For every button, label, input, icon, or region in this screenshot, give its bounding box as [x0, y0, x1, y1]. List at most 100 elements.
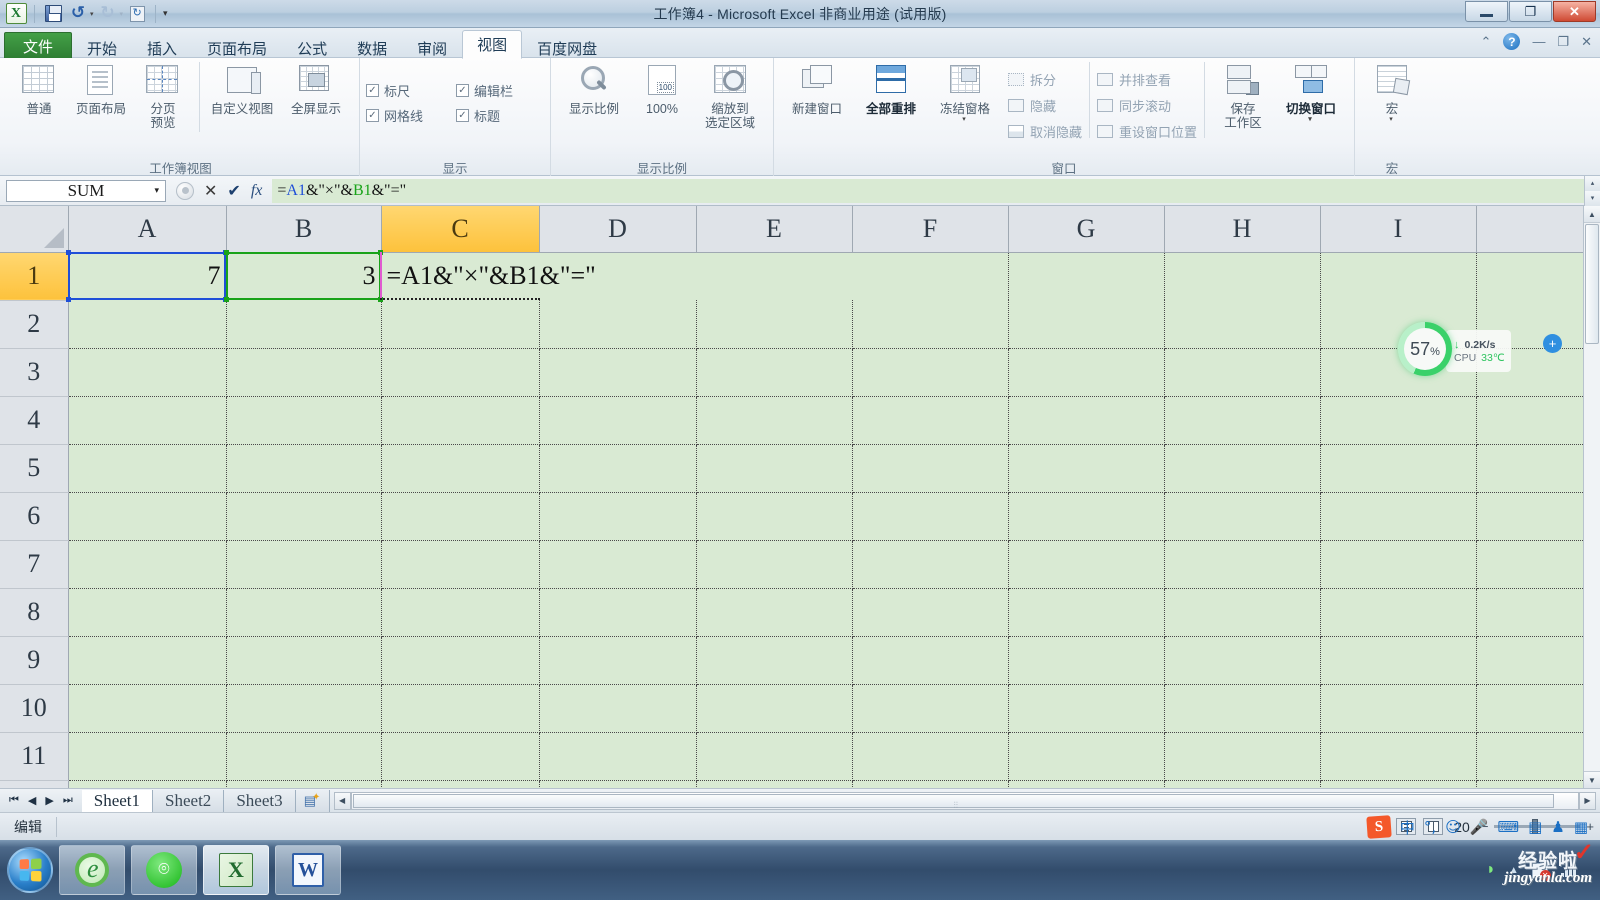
- column-header-j-partial[interactable]: [1476, 206, 1596, 252]
- row-header-6[interactable]: 6: [0, 492, 68, 540]
- cell-a2[interactable]: [68, 300, 226, 348]
- scroll-down-icon[interactable]: ▼: [1584, 771, 1600, 788]
- cell-e10[interactable]: [696, 684, 852, 732]
- cell-a10[interactable]: [68, 684, 226, 732]
- cell-b4[interactable]: [226, 396, 381, 444]
- cell-f6[interactable]: [852, 492, 1008, 540]
- cell-c5[interactable]: [381, 444, 539, 492]
- h-scroll-right-icon[interactable]: ▶: [1579, 792, 1596, 810]
- last-sheet-icon[interactable]: ⏭: [63, 794, 73, 807]
- close-button[interactable]: ✕: [1553, 1, 1596, 22]
- button-reset-window-position[interactable]: 重设窗口位置: [1097, 118, 1197, 144]
- cell-b8[interactable]: [226, 588, 381, 636]
- row-header-9[interactable]: 9: [0, 636, 68, 684]
- cell-c2[interactable]: [381, 300, 539, 348]
- cell-a12[interactable]: [68, 780, 226, 788]
- cell-e4[interactable]: [696, 396, 852, 444]
- formula-bar-expand[interactable]: ▴ ▾: [1584, 176, 1600, 206]
- show-hidden-icons-icon[interactable]: ▲: [1509, 865, 1519, 876]
- cell-h10[interactable]: [1164, 684, 1320, 732]
- workbook-minimize-icon[interactable]: —: [1532, 34, 1545, 49]
- cell-b11[interactable]: [226, 732, 381, 780]
- switch-windows-dropdown-icon[interactable]: ▾: [1308, 116, 1312, 124]
- tab-data[interactable]: 数据: [342, 34, 402, 61]
- cell-h11[interactable]: [1164, 732, 1320, 780]
- cell-j6[interactable]: [1476, 492, 1596, 540]
- restore-button[interactable]: ❐: [1509, 1, 1552, 22]
- cell-b9[interactable]: [226, 636, 381, 684]
- checkbox-gridlines[interactable]: ✓ 网格线: [366, 103, 440, 128]
- cell-b2[interactable]: [226, 300, 381, 348]
- cell-i8[interactable]: [1320, 588, 1476, 636]
- cell-i5[interactable]: [1320, 444, 1476, 492]
- button-zoom-100[interactable]: 100%: [631, 62, 693, 119]
- workbook-restore-icon[interactable]: ❐: [1557, 34, 1569, 50]
- ime-mode-icon[interactable]: 中: [1400, 817, 1415, 838]
- column-header-e[interactable]: E: [696, 206, 852, 252]
- button-new-window[interactable]: 新建窗口: [780, 62, 854, 119]
- cell-e5[interactable]: [696, 444, 852, 492]
- collapse-ribbon-icon[interactable]: ⌃: [1481, 34, 1492, 50]
- cell-f8[interactable]: [852, 588, 1008, 636]
- chevron-up-icon[interactable]: ▴: [1584, 176, 1600, 191]
- cell-c1[interactable]: =A1&"×"&B1&"=": [381, 252, 852, 300]
- cell-c10[interactable]: [381, 684, 539, 732]
- cell-e2[interactable]: [696, 300, 852, 348]
- cell-i10[interactable]: [1320, 684, 1476, 732]
- cell-h8[interactable]: [1164, 588, 1320, 636]
- cancel-icon[interactable]: ✕: [204, 181, 217, 200]
- cell-g2[interactable]: [1008, 300, 1164, 348]
- cell-d9[interactable]: [539, 636, 696, 684]
- taskbar-item-excel[interactable]: X: [203, 845, 269, 895]
- cell-g1[interactable]: [1008, 252, 1164, 300]
- cell-b1[interactable]: 3: [226, 252, 381, 300]
- cell-j9[interactable]: [1476, 636, 1596, 684]
- row-header-11[interactable]: 11: [0, 732, 68, 780]
- taskbar-item-word[interactable]: W: [275, 845, 341, 895]
- checkbox-ruler[interactable]: ✓ 标尺: [366, 78, 440, 103]
- row-header-4[interactable]: 4: [0, 396, 68, 444]
- cell-j8[interactable]: [1476, 588, 1596, 636]
- row-header-2[interactable]: 2: [0, 300, 68, 348]
- ime-punctuation-icon[interactable]: °,: [1424, 818, 1436, 836]
- button-unhide[interactable]: 取消隐藏: [1008, 118, 1082, 144]
- taskbar-item-internet-explorer[interactable]: [59, 845, 125, 895]
- cell-c3[interactable]: [381, 348, 539, 396]
- cell-f3[interactable]: [852, 348, 1008, 396]
- workbook-close-icon[interactable]: ✕: [1581, 34, 1592, 50]
- cell-d2[interactable]: [539, 300, 696, 348]
- help-icon[interactable]: ?: [1503, 33, 1520, 50]
- cell-j4[interactable]: [1476, 396, 1596, 444]
- ime-keyboard-icon[interactable]: ⌨: [1498, 818, 1520, 836]
- row-header-8[interactable]: 8: [0, 588, 68, 636]
- cell-d8[interactable]: [539, 588, 696, 636]
- worksheet-grid[interactable]: A B C D E F G H I 1 7 3 =A1&"×"&B1&"=": [0, 206, 1600, 788]
- enter-icon[interactable]: ✔: [227, 181, 240, 200]
- cell-a11[interactable]: [68, 732, 226, 780]
- cell-d6[interactable]: [539, 492, 696, 540]
- chevron-down-icon[interactable]: ▾: [1584, 191, 1600, 206]
- network-signal-icon[interactable]: [1561, 863, 1576, 877]
- expand-widget-icon[interactable]: +: [1543, 334, 1562, 353]
- cell-c12[interactable]: [381, 780, 539, 788]
- button-switch-windows[interactable]: 切换窗口 ▾: [1274, 62, 1348, 127]
- cell-f7[interactable]: [852, 540, 1008, 588]
- button-hide[interactable]: 隐藏: [1008, 92, 1082, 118]
- button-page-break-preview[interactable]: 分页 预览: [132, 62, 194, 134]
- cell-i4[interactable]: [1320, 396, 1476, 444]
- button-save-workspace[interactable]: 保存 工作区: [1212, 62, 1274, 134]
- cell-i9[interactable]: [1320, 636, 1476, 684]
- cell-b5[interactable]: [226, 444, 381, 492]
- button-custom-views[interactable]: 自定义视图: [205, 62, 279, 119]
- cell-f9[interactable]: [852, 636, 1008, 684]
- ime-apps-icon[interactable]: ▦: [1574, 818, 1588, 836]
- cell-f4[interactable]: [852, 396, 1008, 444]
- cell-h1[interactable]: [1164, 252, 1320, 300]
- cell-e11[interactable]: [696, 732, 852, 780]
- column-header-i[interactable]: I: [1320, 206, 1476, 252]
- cell-g11[interactable]: [1008, 732, 1164, 780]
- row-header-3[interactable]: 3: [0, 348, 68, 396]
- cell-d4[interactable]: [539, 396, 696, 444]
- first-sheet-icon[interactable]: ⏮: [9, 794, 19, 807]
- horizontal-scrollbar[interactable]: ◀ ⫶⫶ ▶: [334, 791, 1596, 811]
